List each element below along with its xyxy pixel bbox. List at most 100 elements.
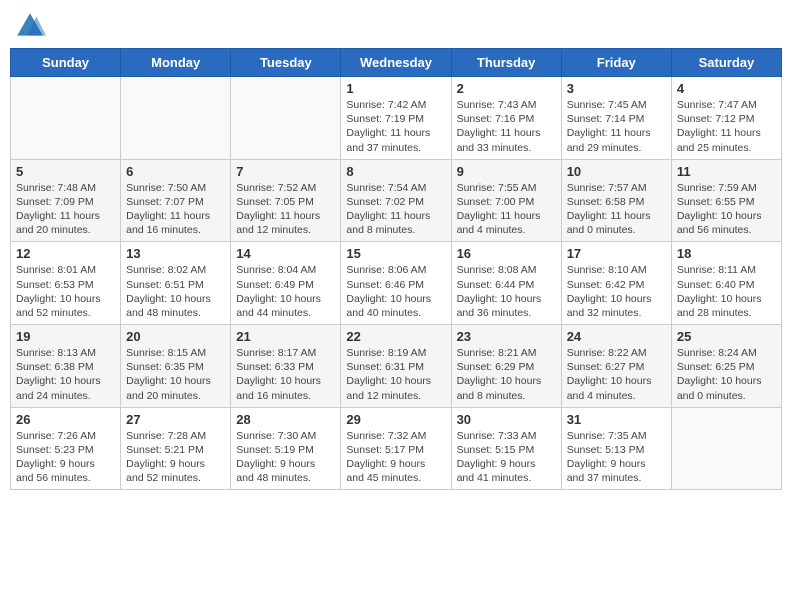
day-info: Sunrise: 7:42 AM Sunset: 7:19 PM Dayligh… (346, 98, 445, 155)
day-number: 13 (126, 246, 225, 261)
day-info: Sunrise: 7:35 AM Sunset: 5:13 PM Dayligh… (567, 429, 666, 486)
calendar-cell: 11 Sunrise: 7:59 AM Sunset: 6:55 PM Dayli… (671, 159, 781, 242)
day-info: Sunrise: 8:22 AM Sunset: 6:27 PM Dayligh… (567, 346, 666, 403)
calendar-cell: 6 Sunrise: 7:50 AM Sunset: 7:07 PM Daylig… (121, 159, 231, 242)
calendar-cell: 30Sunrise: 7:33 AM Sunset: 5:15 PM Dayli… (451, 407, 561, 490)
day-header-wednesday: Wednesday (341, 49, 451, 77)
logo-icon (14, 10, 46, 42)
day-info: Sunrise: 7:50 AM Sunset: 7:07 PM Dayligh… (126, 181, 225, 238)
calendar-cell: 4 Sunrise: 7:47 AM Sunset: 7:12 PM Daylig… (671, 77, 781, 160)
day-number: 24 (567, 329, 666, 344)
day-header-monday: Monday (121, 49, 231, 77)
day-info: Sunrise: 8:13 AM Sunset: 6:38 PM Dayligh… (16, 346, 115, 403)
day-info: Sunrise: 7:52 AM Sunset: 7:05 PM Dayligh… (236, 181, 335, 238)
calendar-cell: 13 Sunrise: 8:02 AM Sunset: 6:51 PM Dayli… (121, 242, 231, 325)
day-header-sunday: Sunday (11, 49, 121, 77)
day-number: 28 (236, 412, 335, 427)
calendar-cell: 10 Sunrise: 7:57 AM Sunset: 6:58 PM Dayli… (561, 159, 671, 242)
calendar-cell (11, 77, 121, 160)
day-number: 21 (236, 329, 335, 344)
calendar-week-row: 12Sunrise: 8:01 AM Sunset: 6:53 PM Dayli… (11, 242, 782, 325)
day-info: Sunrise: 8:08 AM Sunset: 6:44 PM Dayligh… (457, 263, 556, 320)
day-info: Sunrise: 8:19 AM Sunset: 6:31 PM Dayligh… (346, 346, 445, 403)
day-number: 25 (677, 329, 776, 344)
day-info: Sunrise: 8:15 AM Sunset: 6:35 PM Dayligh… (126, 346, 225, 403)
calendar-cell: 26Sunrise: 7:26 AM Sunset: 5:23 PM Dayli… (11, 407, 121, 490)
day-number: 26 (16, 412, 115, 427)
calendar-cell: 18 Sunrise: 8:11 AM Sunset: 6:40 PM Dayli… (671, 242, 781, 325)
calendar-header-row: SundayMondayTuesdayWednesdayThursdayFrid… (11, 49, 782, 77)
calendar-cell: 21 Sunrise: 8:17 AM Sunset: 6:33 PM Dayli… (231, 325, 341, 408)
day-number: 27 (126, 412, 225, 427)
calendar-cell: 7Sunrise: 7:52 AM Sunset: 7:05 PM Daylig… (231, 159, 341, 242)
day-info: Sunrise: 8:17 AM Sunset: 6:33 PM Dayligh… (236, 346, 335, 403)
day-info: Sunrise: 7:57 AM Sunset: 6:58 PM Dayligh… (567, 181, 666, 238)
calendar-cell (121, 77, 231, 160)
calendar-cell: 24 Sunrise: 8:22 AM Sunset: 6:27 PM Dayli… (561, 325, 671, 408)
calendar-cell: 16 Sunrise: 8:08 AM Sunset: 6:44 PM Dayli… (451, 242, 561, 325)
calendar-cell: 19 Sunrise: 8:13 AM Sunset: 6:38 PM Dayli… (11, 325, 121, 408)
day-number: 22 (346, 329, 445, 344)
day-info: Sunrise: 7:32 AM Sunset: 5:17 PM Dayligh… (346, 429, 445, 486)
calendar-cell: 27 Sunrise: 7:28 AM Sunset: 5:21 PM Dayli… (121, 407, 231, 490)
calendar-cell: 25Sunrise: 8:24 AM Sunset: 6:25 PM Dayli… (671, 325, 781, 408)
day-number: 19 (16, 329, 115, 344)
calendar-cell: 5 Sunrise: 7:48 AM Sunset: 7:09 PM Daylig… (11, 159, 121, 242)
page-header (10, 10, 782, 42)
calendar-cell: 2Sunrise: 7:43 AM Sunset: 7:16 PM Daylig… (451, 77, 561, 160)
day-info: Sunrise: 8:01 AM Sunset: 6:53 PM Dayligh… (16, 263, 115, 320)
calendar-cell: 9Sunrise: 7:55 AM Sunset: 7:00 PM Daylig… (451, 159, 561, 242)
day-info: Sunrise: 8:10 AM Sunset: 6:42 PM Dayligh… (567, 263, 666, 320)
calendar-cell: 20 Sunrise: 8:15 AM Sunset: 6:35 PM Dayli… (121, 325, 231, 408)
day-info: Sunrise: 7:47 AM Sunset: 7:12 PM Dayligh… (677, 98, 776, 155)
day-header-saturday: Saturday (671, 49, 781, 77)
calendar-cell: 15 Sunrise: 8:06 AM Sunset: 6:46 PM Dayli… (341, 242, 451, 325)
day-number: 17 (567, 246, 666, 261)
day-number: 6 (126, 164, 225, 179)
day-number: 29 (346, 412, 445, 427)
day-number: 14 (236, 246, 335, 261)
calendar-cell: 28Sunrise: 7:30 AM Sunset: 5:19 PM Dayli… (231, 407, 341, 490)
calendar-week-row: 5 Sunrise: 7:48 AM Sunset: 7:09 PM Daylig… (11, 159, 782, 242)
day-number: 10 (567, 164, 666, 179)
day-info: Sunrise: 7:28 AM Sunset: 5:21 PM Dayligh… (126, 429, 225, 486)
day-number: 3 (567, 81, 666, 96)
calendar-cell (231, 77, 341, 160)
day-info: Sunrise: 8:21 AM Sunset: 6:29 PM Dayligh… (457, 346, 556, 403)
logo (14, 10, 50, 42)
day-number: 18 (677, 246, 776, 261)
day-info: Sunrise: 8:11 AM Sunset: 6:40 PM Dayligh… (677, 263, 776, 320)
day-number: 11 (677, 164, 776, 179)
day-number: 31 (567, 412, 666, 427)
day-number: 15 (346, 246, 445, 261)
day-info: Sunrise: 8:02 AM Sunset: 6:51 PM Dayligh… (126, 263, 225, 320)
day-header-friday: Friday (561, 49, 671, 77)
calendar-cell: 31 Sunrise: 7:35 AM Sunset: 5:13 PM Dayli… (561, 407, 671, 490)
day-info: Sunrise: 7:45 AM Sunset: 7:14 PM Dayligh… (567, 98, 666, 155)
calendar-cell: 14 Sunrise: 8:04 AM Sunset: 6:49 PM Dayli… (231, 242, 341, 325)
day-header-tuesday: Tuesday (231, 49, 341, 77)
day-header-thursday: Thursday (451, 49, 561, 77)
day-number: 23 (457, 329, 556, 344)
calendar-cell: 1 Sunrise: 7:42 AM Sunset: 7:19 PM Daylig… (341, 77, 451, 160)
day-number: 5 (16, 164, 115, 179)
calendar-week-row: 19 Sunrise: 8:13 AM Sunset: 6:38 PM Dayli… (11, 325, 782, 408)
day-info: Sunrise: 7:43 AM Sunset: 7:16 PM Dayligh… (457, 98, 556, 155)
calendar-cell: 23 Sunrise: 8:21 AM Sunset: 6:29 PM Dayli… (451, 325, 561, 408)
day-info: Sunrise: 8:04 AM Sunset: 6:49 PM Dayligh… (236, 263, 335, 320)
calendar-cell: 29 Sunrise: 7:32 AM Sunset: 5:17 PM Dayli… (341, 407, 451, 490)
calendar-cell: 17 Sunrise: 8:10 AM Sunset: 6:42 PM Dayli… (561, 242, 671, 325)
day-info: Sunrise: 7:48 AM Sunset: 7:09 PM Dayligh… (16, 181, 115, 238)
day-number: 16 (457, 246, 556, 261)
day-number: 1 (346, 81, 445, 96)
day-info: Sunrise: 7:55 AM Sunset: 7:00 PM Dayligh… (457, 181, 556, 238)
day-info: Sunrise: 7:59 AM Sunset: 6:55 PM Dayligh… (677, 181, 776, 238)
day-info: Sunrise: 8:06 AM Sunset: 6:46 PM Dayligh… (346, 263, 445, 320)
calendar-cell: 8 Sunrise: 7:54 AM Sunset: 7:02 PM Daylig… (341, 159, 451, 242)
day-info: Sunrise: 7:54 AM Sunset: 7:02 PM Dayligh… (346, 181, 445, 238)
calendar-cell: 3 Sunrise: 7:45 AM Sunset: 7:14 PM Daylig… (561, 77, 671, 160)
day-number: 20 (126, 329, 225, 344)
calendar-table: SundayMondayTuesdayWednesdayThursdayFrid… (10, 48, 782, 490)
day-number: 8 (346, 164, 445, 179)
day-number: 4 (677, 81, 776, 96)
